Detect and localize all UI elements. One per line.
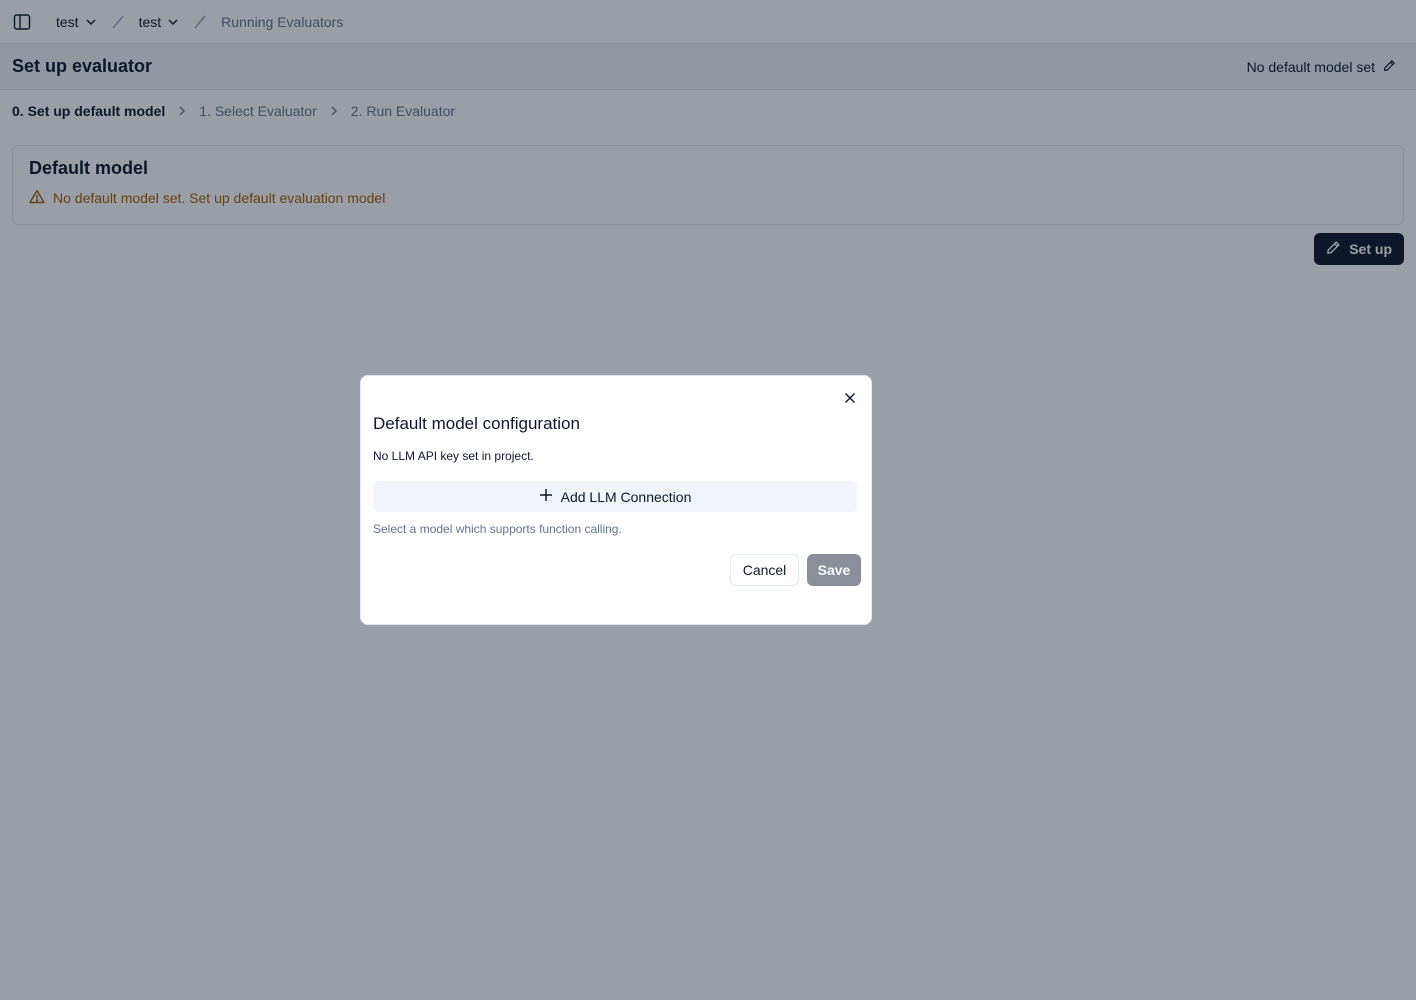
plus-icon xyxy=(539,488,553,505)
dialog-hint: Select a model which supports function c… xyxy=(373,522,622,536)
save-button[interactable]: Save xyxy=(807,554,861,586)
add-llm-connection-label: Add LLM Connection xyxy=(560,488,692,505)
close-icon[interactable] xyxy=(843,391,857,405)
default-model-dialog: Default model configuration No LLM API k… xyxy=(360,375,872,625)
cancel-button[interactable]: Cancel xyxy=(730,554,799,586)
dialog-title: Default model configuration xyxy=(373,414,580,433)
add-llm-connection-button[interactable]: Add LLM Connection xyxy=(373,481,857,512)
dialog-description: No LLM API key set in project. xyxy=(373,449,534,463)
